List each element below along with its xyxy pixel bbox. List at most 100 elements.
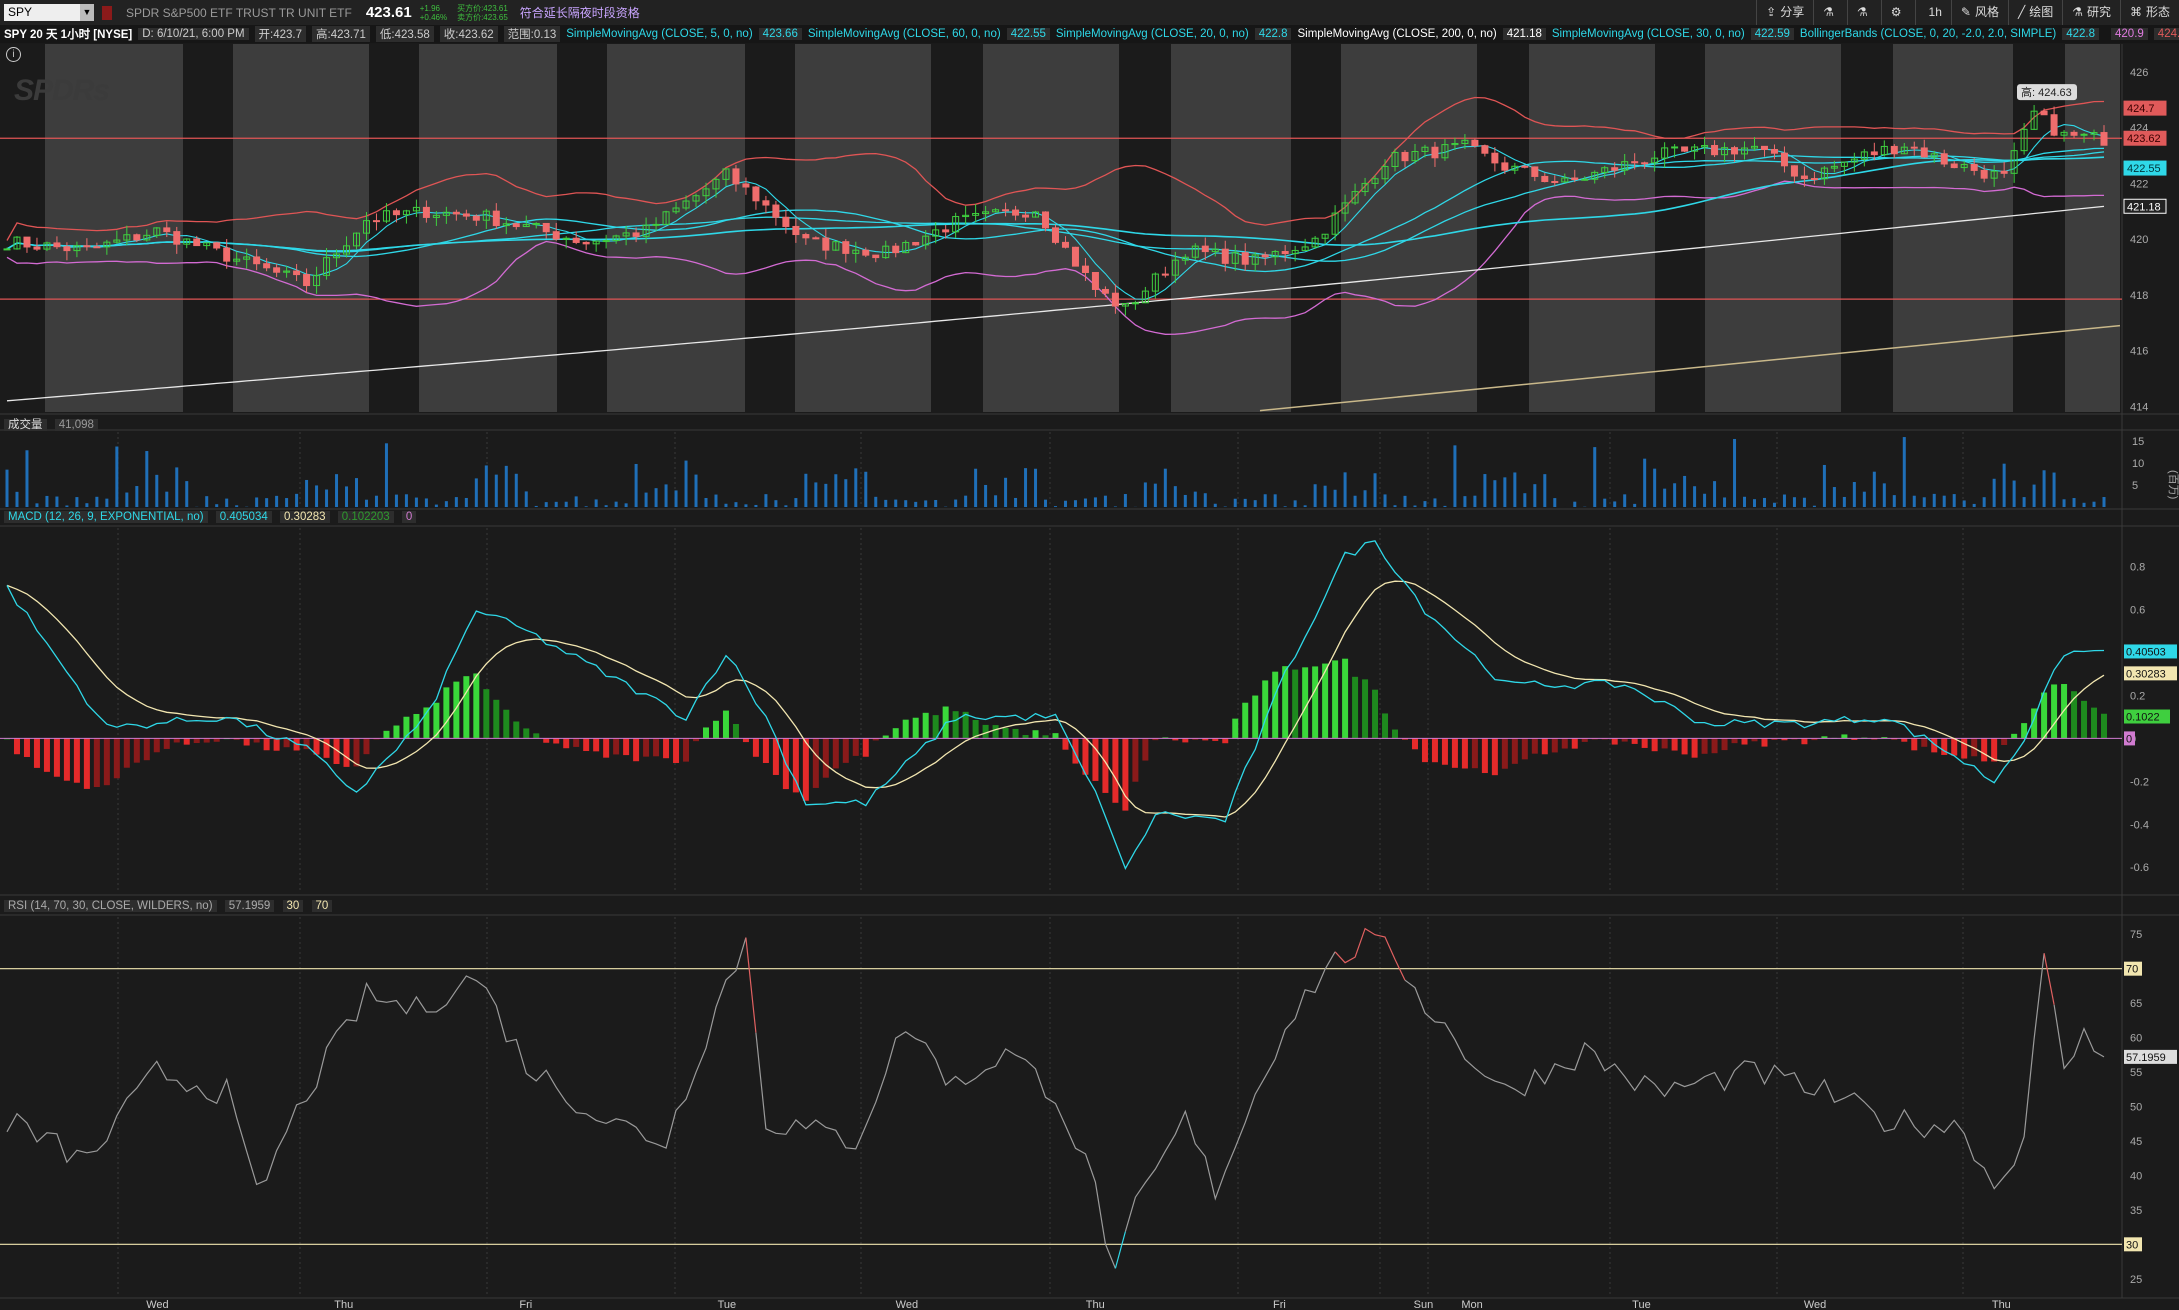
volume-bar [85, 503, 89, 507]
volume-bar [634, 463, 638, 507]
volume-bar [1852, 482, 1856, 507]
candle-body [1611, 167, 1619, 171]
macd-histogram-bar [1951, 738, 1958, 756]
macd-histogram-bar [383, 730, 390, 739]
volume-bar [1962, 500, 1966, 507]
macd-histogram-bar [183, 738, 190, 745]
volume-bar [1433, 498, 1437, 507]
candle-body [1571, 177, 1579, 180]
candle-body [1970, 163, 1978, 171]
macd-histogram-bar [1062, 738, 1069, 750]
candle-body [1631, 161, 1639, 164]
macd-histogram-bar [323, 738, 330, 758]
volume-bar [1263, 494, 1267, 507]
candle-body [842, 241, 850, 254]
volume-bar [1882, 483, 1886, 507]
volume-bar [95, 496, 99, 507]
volume-bar [864, 471, 868, 507]
macd-histogram-bar [1232, 718, 1239, 739]
info-icon[interactable]: i [6, 47, 21, 62]
volume-bar [1643, 458, 1647, 507]
volume-bar [1733, 438, 1737, 507]
volume-bar [724, 503, 728, 507]
macd-histogram-bar [832, 738, 839, 769]
macd-histogram-bar [1741, 738, 1748, 745]
macd-histogram-bar [1571, 738, 1578, 749]
rsi-tick-label: 60 [2130, 1033, 2142, 1045]
volume-bar [1942, 495, 1946, 507]
volume-bar [1982, 497, 1986, 507]
macd-histogram-bar [1701, 738, 1708, 754]
candle-body [93, 246, 101, 249]
volume-tick-label: 10 [2132, 458, 2144, 470]
rsi-value: 57.1959 [224, 900, 275, 912]
candle-body [732, 168, 740, 185]
rsi-tick-label: 75 [2130, 929, 2142, 941]
volume-bar [1703, 493, 1707, 507]
rsi-title[interactable]: RSI (14, 70, 30, CLOSE, WILDERS, no) [4, 900, 217, 912]
x-axis-label: Thu [1992, 1299, 2011, 1310]
macd-histogram-bar [2011, 733, 2018, 739]
volume-bar [1832, 487, 1836, 507]
macd-histogram-bar [683, 738, 690, 762]
macd-histogram-bar [912, 717, 919, 739]
macd-histogram-bar [2091, 707, 2098, 739]
macd-histogram-bar [1252, 695, 1259, 739]
macd-title[interactable]: MACD (12, 26, 9, EXPONENTIAL, no) [4, 511, 208, 523]
candle-body [1012, 209, 1020, 216]
macd-histogram-bar [1132, 738, 1139, 782]
volume-bar [1303, 505, 1307, 507]
volume-bar [734, 502, 738, 507]
volume-bar [205, 496, 209, 507]
volume-bar [1173, 486, 1177, 507]
volume-bar [1343, 472, 1347, 507]
volume-bar [145, 451, 149, 507]
macd-histogram-bar [712, 720, 719, 739]
volume-bar [704, 498, 708, 507]
macd-histogram-bar [1242, 702, 1249, 739]
candle-body [1481, 145, 1489, 154]
macd-histogram-bar [483, 689, 490, 739]
volume-bar [1912, 495, 1916, 507]
volume-bar [1283, 506, 1287, 507]
volume-bar [2102, 497, 2106, 507]
candle-body [1541, 175, 1549, 183]
volume-bar [65, 505, 69, 507]
candle-body [1890, 145, 1898, 155]
volume-bar [1183, 494, 1187, 507]
volume-bar [574, 496, 578, 507]
macd-histogram-bar [663, 738, 670, 759]
price-tag-label: 421.18 [2127, 201, 2161, 213]
volume-title[interactable]: 成交量 [4, 419, 47, 431]
macd-histogram-bar [1182, 738, 1189, 743]
volume-bar [1822, 464, 1826, 507]
macd-histogram-bar [1441, 738, 1448, 765]
volume-bar [1812, 505, 1816, 507]
macd-histogram-bar [2001, 738, 2008, 746]
macd-histogram-bar [653, 738, 660, 757]
volume-bar [1723, 497, 1727, 507]
volume-bar [1393, 505, 1397, 507]
volume-bar [544, 502, 548, 507]
rsi-tick-label: 65 [2130, 998, 2142, 1010]
volume-bar [1093, 497, 1097, 507]
macd-histogram-bar [1411, 738, 1418, 750]
macd-histogram-bar [633, 738, 640, 762]
volume-bar [984, 484, 988, 507]
candle-body [1521, 165, 1529, 168]
macd-histogram-bar [1981, 738, 1988, 762]
price-tick-label: 426 [2130, 67, 2148, 79]
volume-bar [424, 498, 428, 507]
volume-bar [464, 497, 468, 507]
volume-bar [1063, 500, 1067, 507]
price-tag-label: 423.62 [2127, 133, 2161, 145]
x-axis-label: Sun [1414, 1299, 1434, 1310]
volume-bar [1004, 477, 1008, 507]
candle-body [1770, 149, 1778, 154]
session-shade [233, 44, 369, 412]
volume-bar [335, 474, 339, 507]
macd-histogram-bar [1262, 680, 1269, 739]
candle-body [1501, 162, 1509, 171]
macd-histogram-bar [13, 738, 20, 755]
chart-canvas[interactable]: 426424422420418416414424.7423.62422.5542… [0, 0, 2179, 1310]
